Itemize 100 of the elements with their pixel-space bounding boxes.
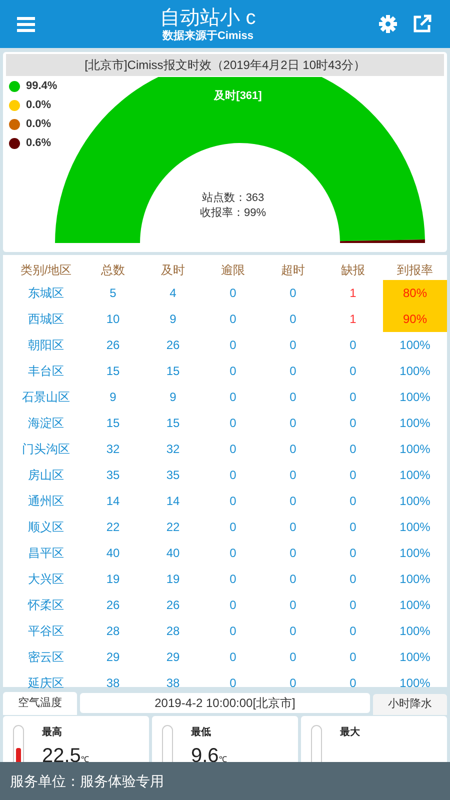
column-header: 总数 bbox=[100, 262, 126, 279]
receive-rate: 收报率：99% bbox=[200, 206, 266, 221]
table-cell-text: 0 bbox=[228, 415, 238, 432]
table-cell-text: 100% bbox=[398, 571, 432, 588]
table-cell-text: 100% bbox=[398, 389, 432, 406]
region-link[interactable]: 门头沟区 bbox=[9, 436, 83, 462]
table-cell-text: 0 bbox=[348, 623, 358, 640]
table-cell-text: 26 bbox=[165, 337, 181, 354]
region-link[interactable]: 密云区 bbox=[9, 644, 83, 670]
table-cell-text: 100% bbox=[398, 493, 432, 510]
table-cell-text: 0 bbox=[228, 571, 238, 588]
column-header: 逾限 bbox=[220, 262, 246, 279]
tab[interactable]: 空气温度 bbox=[3, 692, 77, 715]
table-cell-text: 28 bbox=[165, 623, 181, 640]
table-cell-text: 29 bbox=[165, 649, 181, 666]
table-cell-text: 0 bbox=[348, 441, 358, 458]
footer-bar: 服务单位：服务体验专用 bbox=[0, 762, 450, 800]
table-cell-text: 100% bbox=[398, 441, 432, 458]
app-subtitle: 数据来源于Cimiss bbox=[162, 31, 254, 42]
table-cell-text: 0 bbox=[228, 675, 238, 692]
table-cell-text: 0 bbox=[228, 363, 238, 380]
table-cell-text: 32 bbox=[105, 441, 121, 458]
table-cell-text: 0 bbox=[288, 545, 298, 562]
region-link[interactable]: 房山区 bbox=[9, 462, 83, 488]
table-cell-text: 0 bbox=[228, 545, 238, 562]
table-cell-text: 100% bbox=[398, 415, 432, 432]
settings-icon bbox=[378, 14, 398, 34]
region-link[interactable]: 通州区 bbox=[9, 488, 83, 514]
table-cell-text: 35 bbox=[105, 467, 121, 484]
region-link[interactable]: 西城区 bbox=[9, 306, 83, 332]
table-cell-text: 0 bbox=[288, 675, 298, 692]
stat-label: 最高 bbox=[42, 725, 63, 740]
table-cell-text: 0 bbox=[228, 467, 238, 484]
region-link[interactable]: 大兴区 bbox=[9, 566, 83, 592]
region-link[interactable]: 平谷区 bbox=[9, 618, 83, 644]
settings-button[interactable] bbox=[378, 13, 400, 35]
table-cell-text: 0 bbox=[288, 623, 298, 640]
table-cell-text: 14 bbox=[165, 493, 181, 510]
share-button[interactable] bbox=[412, 13, 434, 35]
table-cell-text: 38 bbox=[165, 675, 181, 692]
table-cell-text: 100% bbox=[398, 545, 432, 562]
external-link-icon bbox=[412, 14, 432, 34]
table-cell-text: 9 bbox=[168, 389, 178, 406]
table-cell-text: 0 bbox=[288, 441, 298, 458]
table-cell-text: 0 bbox=[228, 649, 238, 666]
tab[interactable]: 小时降水 bbox=[373, 694, 447, 715]
table-cell-text: 19 bbox=[105, 571, 121, 588]
table-cell-text: 0 bbox=[288, 597, 298, 614]
table-cell-text: 0 bbox=[348, 649, 358, 666]
region-link[interactable]: 怀柔区 bbox=[9, 592, 83, 618]
table-cell-text: 9 bbox=[168, 311, 178, 328]
table-cell-text: 0 bbox=[288, 311, 298, 328]
chart-title: [北京市]Cimiss报文时效（2019年4月2日 10时43分） bbox=[6, 54, 444, 76]
region-link[interactable]: 石景山区 bbox=[9, 384, 83, 410]
table-cell-text: 26 bbox=[165, 597, 181, 614]
table-cell-text: 100% bbox=[398, 623, 432, 640]
column-header: 及时 bbox=[160, 262, 186, 279]
table-cell-text: 0 bbox=[228, 441, 238, 458]
region-link[interactable]: 丰台区 bbox=[9, 358, 83, 384]
table-cell-text: 0 bbox=[348, 363, 358, 380]
legend-value: 0.0% bbox=[26, 116, 52, 132]
table-cell-text: 35 bbox=[165, 467, 181, 484]
table-cell-text: 100% bbox=[398, 597, 432, 614]
table-cell-text: 100% bbox=[398, 675, 432, 692]
legend-value: 0.0% bbox=[26, 98, 52, 113]
table-cell-text: 0 bbox=[348, 467, 358, 484]
table-cell-text: 0 bbox=[348, 337, 358, 354]
table-cell-text: 0 bbox=[288, 493, 298, 510]
table-cell-text: 0 bbox=[228, 337, 238, 354]
table-cell-text: 0 bbox=[288, 363, 298, 380]
region-link[interactable]: 昌平区 bbox=[9, 540, 83, 566]
region-link[interactable]: 顺义区 bbox=[9, 514, 83, 540]
table-cell-text: 26 bbox=[105, 337, 121, 354]
table-cell-text: 0 bbox=[348, 675, 358, 692]
legend-value: 99.4% bbox=[26, 78, 58, 94]
column-header: 超时 bbox=[280, 262, 306, 279]
table-cell-text: 38 bbox=[105, 675, 121, 692]
region-link[interactable]: 东城区 bbox=[9, 280, 83, 306]
stat-label: 最低 bbox=[191, 726, 212, 740]
table-cell-text: 15 bbox=[105, 415, 121, 432]
app-title: 自动站小 c bbox=[160, 8, 256, 28]
region-link[interactable]: 朝阳区 bbox=[9, 332, 83, 358]
table-cell-text: 1 bbox=[348, 285, 358, 302]
table-cell-text: 5 bbox=[108, 285, 118, 302]
table-cell-text: 0 bbox=[228, 597, 238, 614]
table-cell-text: 19 bbox=[165, 571, 181, 588]
table-cell-text: 22 bbox=[105, 519, 121, 536]
table-cell-text: 0 bbox=[228, 519, 238, 536]
table-cell-text: 1 bbox=[348, 311, 358, 328]
table-cell-text: 0 bbox=[288, 519, 298, 536]
table-cell-text: 0 bbox=[288, 389, 298, 406]
region-link[interactable]: 海淀区 bbox=[9, 410, 83, 436]
table-cell-text: 15 bbox=[105, 363, 121, 380]
table-cell-text: 15 bbox=[165, 415, 181, 432]
column-header: 类别/地区 bbox=[19, 262, 73, 279]
table-cell-text: 15 bbox=[165, 363, 181, 380]
table-cell-text: 40 bbox=[165, 545, 181, 562]
table-cell-text: 0 bbox=[228, 389, 238, 406]
legend-value: 0.6% bbox=[26, 136, 52, 151]
table-cell-text: 28 bbox=[105, 623, 121, 640]
